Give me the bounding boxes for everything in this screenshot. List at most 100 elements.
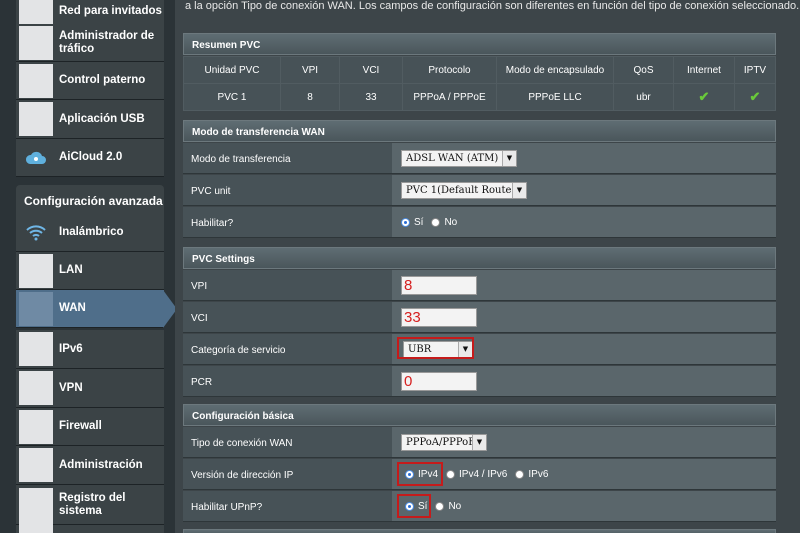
sidebar-item-label: AiCloud 2.0 bbox=[59, 151, 123, 163]
iptv-check-icon: ✔ bbox=[734, 83, 776, 111]
highlight-box bbox=[397, 337, 474, 359]
upnp-no-radio[interactable]: No bbox=[435, 501, 461, 512]
next-section-header bbox=[183, 529, 776, 533]
enable-yes-radio[interactable]: Sí bbox=[401, 217, 423, 228]
parental-control-icon bbox=[19, 63, 53, 98]
conn-type-value: PPPoA/PPPoE bbox=[406, 436, 476, 448]
sidebar-item-wireless[interactable]: Inalámbrico bbox=[16, 213, 164, 252]
conn-type-row: Tipo de conexión WAN PPPoA/PPPoE ▼ bbox=[183, 427, 776, 458]
ip-v4v6-radio[interactable]: IPv4 / IPv6 bbox=[446, 469, 507, 480]
admin-icon bbox=[19, 448, 53, 482]
firewall-icon bbox=[19, 409, 53, 444]
col-header: Modo de encapsulado bbox=[496, 56, 614, 84]
conn-type-label: Tipo de conexión WAN bbox=[183, 427, 392, 457]
sidebar-item-label: WAN bbox=[59, 302, 86, 314]
vpi-input[interactable]: 8 bbox=[401, 275, 477, 295]
transfer-mode-row: Modo de transferencia ADSL WAN (ATM) ▼ bbox=[183, 143, 776, 174]
radio-label: No bbox=[444, 216, 458, 228]
pvc-summary-title: Resumen PVC bbox=[183, 33, 776, 55]
highlight-box bbox=[397, 494, 431, 518]
sidebar-item-administration[interactable]: Administración bbox=[16, 446, 164, 485]
transfer-mode-value: ADSL WAN (ATM) bbox=[406, 152, 499, 164]
col-header: VCI bbox=[339, 56, 403, 84]
highlight-box bbox=[397, 462, 443, 486]
sidebar-item-vpn[interactable]: VPN bbox=[16, 369, 164, 408]
conn-type-select[interactable]: PPPoA/PPPoE ▼ bbox=[401, 433, 487, 451]
sidebar-item-ipv6[interactable]: IPv6 bbox=[16, 330, 164, 369]
system-log-icon bbox=[19, 487, 53, 522]
pcr-label: PCR bbox=[183, 366, 392, 396]
col-header: QoS bbox=[613, 56, 674, 84]
radio-label: IPv4 / IPv6 bbox=[459, 468, 508, 480]
sidebar-item-guest-network[interactable]: Red para invitados bbox=[16, 0, 164, 26]
sidebar-item-parental-control[interactable]: Control paterno bbox=[16, 62, 164, 100]
ip-version-label: Versión de dirección IP bbox=[183, 459, 392, 489]
vci-label: VCI bbox=[183, 302, 392, 332]
ip-version-row: Versión de dirección IP IPv4 IPv4 / IPv6… bbox=[183, 459, 776, 490]
usb-app-icon bbox=[19, 102, 53, 136]
sidebar-item-wan[interactable]: WAN bbox=[16, 290, 164, 328]
sidebar-item-label: IPv6 bbox=[59, 342, 83, 355]
col-header: VPI bbox=[280, 56, 340, 84]
guest-network-icon bbox=[19, 0, 53, 25]
col-header: IPTV bbox=[734, 56, 776, 84]
pcr-row: PCR 0 bbox=[183, 366, 776, 397]
upnp-label: Habilitar UPnP? bbox=[183, 491, 392, 521]
chevron-down-icon: ▼ bbox=[512, 182, 526, 198]
sidebar-item-traffic-manager[interactable]: Administrador de tráfico bbox=[16, 24, 164, 62]
transfer-mode-label: Modo de transferencia bbox=[183, 143, 392, 173]
intro-text: a la opción Tipo de conexión WAN. Los ca… bbox=[185, 0, 800, 12]
pvc-unit-select[interactable]: PVC 1(Default Route) ▼ bbox=[401, 181, 527, 199]
sidebar-item-label: Aplicación USB bbox=[59, 112, 145, 125]
traffic-manager-icon bbox=[19, 25, 53, 60]
sidebar-item-usb-app[interactable]: Aplicación USB bbox=[16, 100, 164, 139]
sidebar-item-label: Administrador de tráfico bbox=[59, 29, 155, 55]
transfer-mode-select[interactable]: ADSL WAN (ATM) ▼ bbox=[401, 149, 517, 167]
cell-vpi: 8 bbox=[280, 83, 340, 111]
ip-v6-radio[interactable]: IPv6 bbox=[515, 469, 548, 480]
pvc-unit-value: PVC 1(Default Route) bbox=[406, 184, 516, 196]
lan-icon bbox=[19, 253, 53, 288]
network-tools-icon bbox=[19, 517, 53, 533]
enable-no-radio[interactable]: No bbox=[431, 217, 457, 228]
vci-input[interactable]: 33 bbox=[401, 307, 477, 327]
vpi-label: VPI bbox=[183, 270, 392, 300]
vpi-row: VPI 8 bbox=[183, 270, 776, 301]
radio-label: IPv6 bbox=[528, 468, 549, 480]
radio-label: No bbox=[448, 500, 462, 512]
cell-vci: 33 bbox=[339, 83, 403, 111]
sidebar-item-aicloud[interactable]: AiCloud 2.0 bbox=[16, 139, 164, 177]
wifi-icon bbox=[19, 215, 53, 249]
cell-pvc-unit: PVC 1 bbox=[183, 83, 281, 111]
cell-qos: ubr bbox=[613, 83, 674, 111]
pvc-settings-title: PVC Settings bbox=[183, 247, 776, 269]
cell-protocol: PPPoA / PPPoE bbox=[402, 83, 497, 111]
vci-row: VCI 33 bbox=[183, 302, 776, 333]
internet-check-icon: ✔ bbox=[673, 83, 735, 111]
cloud-icon bbox=[19, 141, 53, 175]
pvc-unit-row: PVC unit PVC 1(Default Route) ▼ bbox=[183, 175, 776, 206]
transfer-mode-title: Modo de transferencia WAN bbox=[183, 120, 776, 142]
sidebar-item-label: VPN bbox=[59, 381, 83, 394]
sidebar-item-label: Firewall bbox=[59, 420, 102, 432]
col-header: Internet bbox=[673, 56, 735, 84]
chevron-down-icon: ▼ bbox=[472, 434, 486, 450]
sidebar-item-label: Registro del sistema bbox=[59, 491, 126, 517]
service-category-row: Categoría de servicio UBR ▼ bbox=[183, 334, 776, 365]
pvc-summary-table: Unidad PVC VPI VCI Protocolo Modo de enc… bbox=[183, 56, 776, 111]
sidebar-item-firewall[interactable]: Firewall bbox=[16, 408, 164, 446]
basic-config-title: Configuración básica bbox=[183, 404, 776, 426]
cell-encap: PPPoE LLC bbox=[496, 83, 614, 111]
sidebar-item-network-tools[interactable] bbox=[16, 517, 164, 533]
enable-label: Habilitar? bbox=[183, 207, 392, 237]
upnp-row: Habilitar UPnP? Sí No bbox=[183, 491, 776, 522]
service-category-label: Categoría de servicio bbox=[183, 334, 392, 364]
advanced-settings-header: Configuración avanzada bbox=[16, 185, 164, 213]
col-header: Unidad PVC bbox=[183, 56, 281, 84]
main-content: a la opción Tipo de conexión WAN. Los ca… bbox=[175, 0, 800, 533]
vpn-icon bbox=[19, 371, 53, 405]
pcr-input[interactable]: 0 bbox=[401, 371, 477, 391]
pvc-unit-label: PVC unit bbox=[183, 175, 392, 205]
sidebar-item-lan[interactable]: LAN bbox=[16, 252, 164, 290]
sidebar-item-label: Administración bbox=[59, 458, 143, 471]
